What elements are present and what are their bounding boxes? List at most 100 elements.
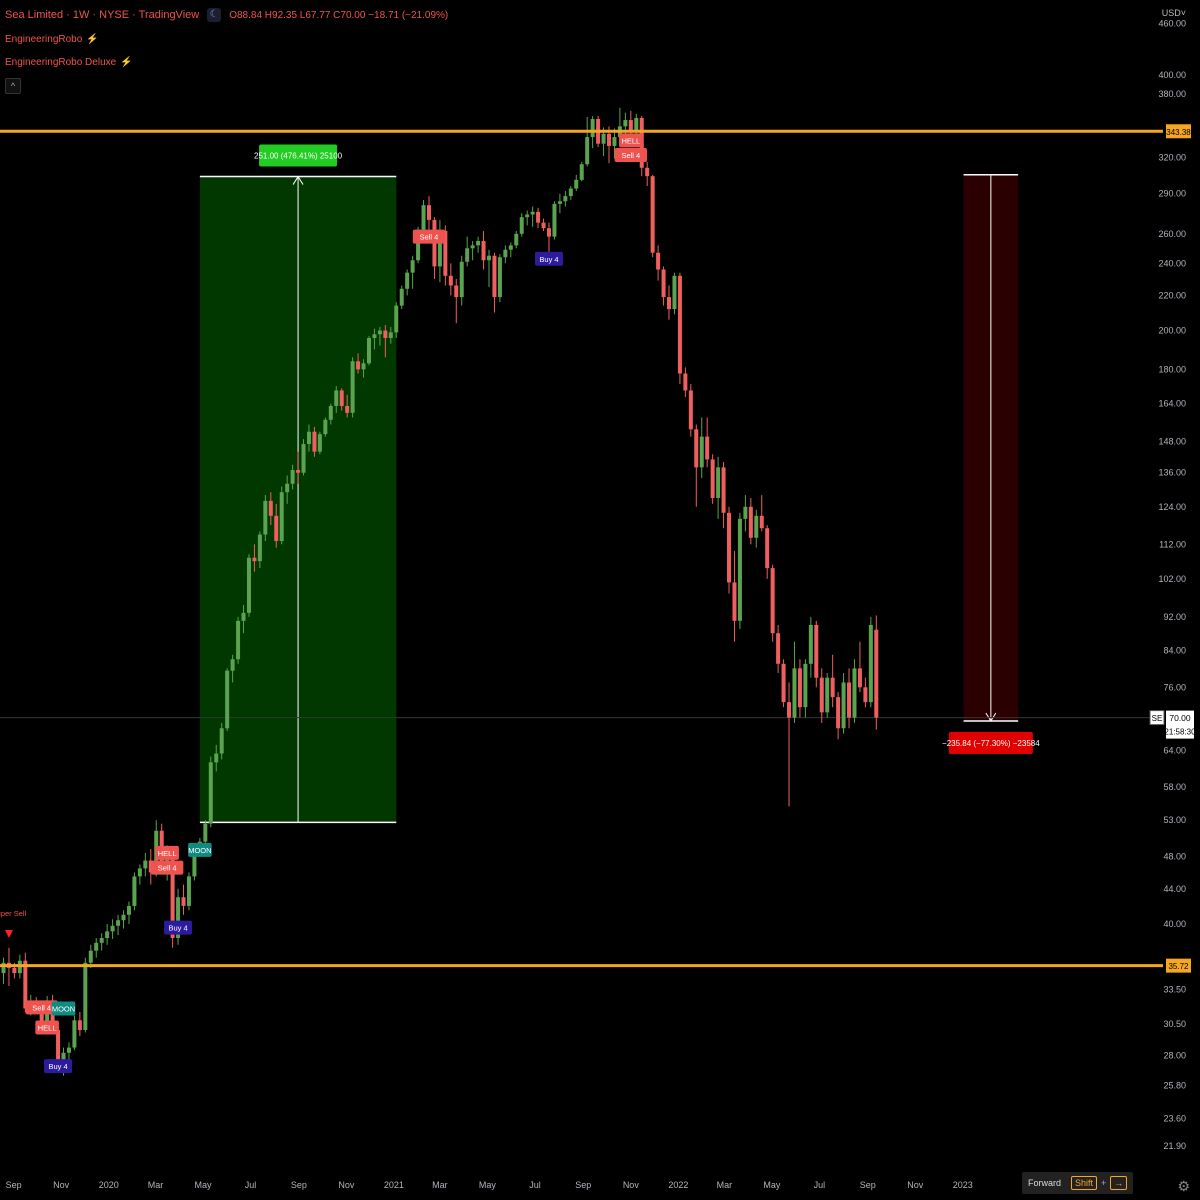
candle-body[interactable]: [476, 240, 481, 246]
candle-body[interactable]: [361, 363, 366, 370]
candle-body[interactable]: [110, 925, 115, 932]
candle-body[interactable]: [874, 629, 879, 718]
candle-body[interactable]: [388, 332, 393, 338]
candle-body[interactable]: [263, 500, 268, 535]
candle-body[interactable]: [296, 470, 301, 473]
candle-body[interactable]: [836, 697, 841, 729]
candle-body[interactable]: [677, 275, 682, 374]
candle-body[interactable]: [383, 330, 388, 338]
candle-body[interactable]: [661, 269, 666, 298]
price-chart[interactable]: 21.90 23.60 25.80 28.00 30.50 33.50 40.00 44.00…: [0, 0, 1200, 1200]
candle-body[interactable]: [683, 373, 688, 391]
collapse-indicators-button[interactable]: ^: [5, 78, 21, 94]
candle-body[interactable]: [590, 119, 595, 138]
candle-body[interactable]: [83, 962, 88, 1030]
candle-body[interactable]: [290, 470, 295, 484]
candle-body[interactable]: [94, 942, 99, 951]
candle-body[interactable]: [323, 419, 328, 435]
candle-body[interactable]: [252, 557, 257, 562]
candle-body[interactable]: [508, 245, 513, 250]
candle-body[interactable]: [645, 167, 650, 177]
candle-body[interactable]: [377, 330, 382, 335]
candle-body[interactable]: [345, 405, 350, 413]
candle-body[interactable]: [448, 275, 453, 286]
candle-body[interactable]: [803, 663, 808, 708]
candle-body[interactable]: [792, 668, 797, 718]
candle-body[interactable]: [650, 176, 655, 253]
candle-body[interactable]: [285, 483, 290, 493]
candle-body[interactable]: [356, 361, 361, 370]
candle-body[interactable]: [667, 297, 672, 310]
candle-body[interactable]: [694, 429, 699, 468]
candle-body[interactable]: [557, 201, 562, 204]
candle-body[interactable]: [656, 252, 661, 270]
candle-body[interactable]: [121, 914, 126, 921]
candle-body[interactable]: [776, 633, 781, 664]
candle-body[interactable]: [214, 753, 219, 763]
candle-body[interactable]: [72, 1020, 77, 1048]
candle-body[interactable]: [721, 467, 726, 513]
candle-body[interactable]: [143, 860, 148, 869]
candle-body[interactable]: [410, 260, 415, 273]
candle-body[interactable]: [852, 668, 857, 718]
candle-body[interactable]: [116, 920, 121, 926]
candle-body[interactable]: [699, 436, 704, 468]
candle-body[interactable]: [268, 500, 273, 516]
candle-body[interactable]: [465, 248, 470, 262]
candle-body[interactable]: [623, 120, 628, 127]
candle-body[interactable]: [547, 228, 551, 237]
indicator-engineeringrobo-deluxe[interactable]: EngineeringRobo Deluxe ⚡: [5, 57, 133, 68]
candle-body[interactable]: [317, 434, 322, 452]
candle-body[interactable]: [814, 624, 819, 678]
candle-body[interactable]: [132, 876, 137, 906]
indicator-engineeringrobo[interactable]: EngineeringRobo ⚡: [5, 34, 99, 45]
candle-body[interactable]: [426, 205, 431, 220]
candle-body[interactable]: [797, 668, 802, 708]
currency-selector[interactable]: USD˅: [1162, 8, 1186, 18]
candle-body[interactable]: [863, 687, 868, 703]
candle-body[interactable]: [819, 677, 824, 713]
candle-body[interactable]: [787, 702, 792, 718]
candle-body[interactable]: [732, 582, 737, 621]
gear-icon[interactable]: ⚙: [1177, 1178, 1190, 1195]
candle-body[interactable]: [186, 876, 191, 906]
candle-body[interactable]: [612, 137, 617, 146]
candle-body[interactable]: [536, 211, 541, 223]
candle-body[interactable]: [514, 233, 519, 246]
candle-body[interactable]: [857, 668, 862, 688]
candle-body[interactable]: [568, 188, 573, 197]
candle-body[interactable]: [830, 677, 835, 698]
candle-body[interactable]: [99, 938, 104, 943]
candle-body[interactable]: [525, 214, 530, 218]
candle-body[interactable]: [601, 133, 606, 144]
candle-body[interactable]: [688, 390, 693, 430]
candle-body[interactable]: [306, 431, 311, 445]
candle-body[interactable]: [230, 659, 235, 671]
candle-body[interactable]: [312, 431, 317, 452]
candle-body[interactable]: [705, 436, 710, 460]
candle-body[interactable]: [279, 492, 284, 542]
candle-body[interactable]: [868, 624, 873, 703]
candle-body[interactable]: [481, 240, 486, 261]
candle-body[interactable]: [126, 905, 131, 915]
candle-body[interactable]: [257, 534, 262, 562]
candle-body[interactable]: [372, 334, 377, 338]
candle-body[interactable]: [350, 361, 355, 413]
candle-body[interactable]: [459, 261, 464, 298]
candle-body[interactable]: [748, 506, 753, 538]
candle-body[interactable]: [607, 133, 612, 146]
candle-body[interactable]: [781, 663, 786, 703]
candle-body[interactable]: [754, 515, 759, 538]
candle-body[interactable]: [579, 164, 584, 180]
candle-body[interactable]: [759, 515, 764, 529]
candle-body[interactable]: [710, 459, 715, 498]
candle-body[interactable]: [137, 868, 142, 877]
candle-body[interactable]: [339, 390, 344, 406]
candle-body[interactable]: [847, 682, 852, 718]
candle-body[interactable]: [503, 249, 508, 258]
candle-body[interactable]: [246, 557, 251, 613]
candle-body[interactable]: [563, 196, 568, 202]
candle-body[interactable]: [585, 137, 590, 165]
candle-body[interactable]: [66, 1047, 71, 1053]
candle-body[interactable]: [497, 257, 502, 298]
